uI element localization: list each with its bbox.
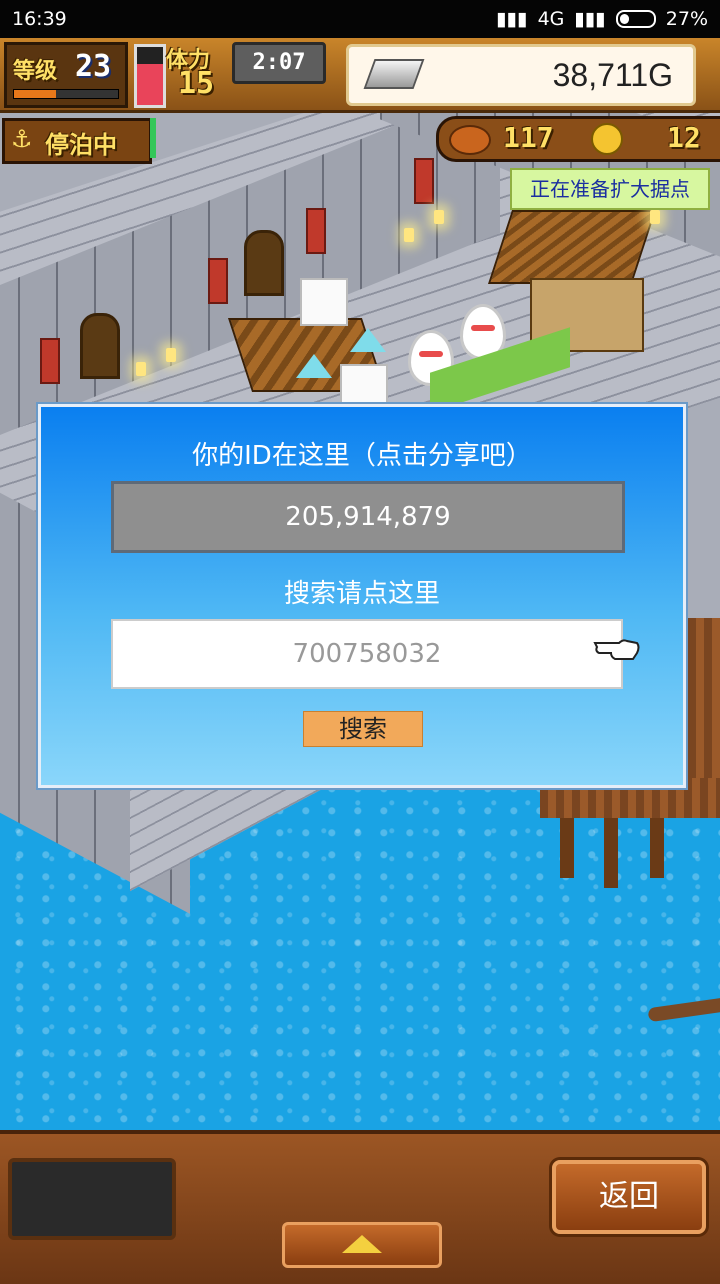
signal-icon: ▮▮▮ [574, 8, 606, 30]
banner [306, 208, 326, 254]
house-roof [487, 210, 657, 284]
level-label: 等级 [13, 59, 58, 84]
lamp [166, 348, 176, 362]
my-id-share-button[interactable]: 205,914,879 [111, 481, 625, 553]
dice-item [300, 278, 348, 326]
arched-door [80, 313, 120, 379]
back-button[interactable]: 返回 [552, 1160, 706, 1234]
docked-indicator [150, 118, 156, 158]
level-panel[interactable]: 等级 23 [4, 42, 128, 108]
status-bar: 16:39 ▮▮▮ 4G ▮▮▮ 27% [0, 0, 720, 38]
pointing-hand-icon [593, 639, 640, 660]
pier-post [604, 818, 618, 888]
signal-icon: ▮▮▮ [496, 8, 528, 30]
stamina-value: 15 [178, 66, 215, 101]
exp-bar [13, 89, 119, 99]
arched-door [244, 230, 284, 296]
up-arrow-icon [342, 1235, 382, 1253]
gem-item [350, 328, 386, 352]
silver-bar-icon [363, 59, 425, 89]
bottom-bar: 返回 [0, 1130, 720, 1284]
stamina-timer: 2:07 [232, 42, 326, 84]
lamp [136, 362, 146, 376]
lamp [434, 210, 444, 224]
pier-post [560, 818, 574, 878]
dialog-title: 你的ID在这里（点击分享吧） [192, 441, 532, 471]
docked-label: 停泊中 [45, 131, 117, 159]
level-value: 23 [75, 49, 112, 84]
gold-value: 38,711G [552, 57, 673, 93]
expansion-notice[interactable]: 正在准备扩大据点 [510, 168, 710, 210]
lamp [650, 210, 660, 224]
pier-post [650, 818, 664, 878]
search-hint: 搜索请点这里 [283, 579, 440, 609]
expand-menu-button[interactable] [282, 1222, 442, 1268]
search-id-input[interactable]: 700758032 [111, 619, 623, 689]
meat-icon [449, 125, 491, 155]
clock: 16:39 [12, 8, 67, 30]
banner [414, 158, 434, 204]
battery-icon [615, 10, 656, 28]
battery-level: 27% [665, 8, 708, 30]
coin-count: 12 [667, 121, 701, 154]
empty-slot[interactable] [8, 1158, 176, 1240]
search-button[interactable]: 搜索 [303, 711, 423, 747]
food-count: 117 [503, 121, 554, 154]
banner [40, 338, 60, 384]
docked-status[interactable]: ⚓ 停泊中 [2, 118, 152, 164]
anchor-icon: ⚓ [11, 125, 33, 153]
lamp [404, 228, 414, 242]
gem-item [296, 354, 332, 378]
coin-icon [591, 123, 623, 155]
id-search-dialog: 你的ID在这里（点击分享吧） 205,914,879 搜索请点这里 700758… [36, 402, 688, 790]
gold-panel[interactable]: 38,711G [346, 44, 696, 106]
stamina-gauge [134, 44, 166, 108]
resource-bar[interactable]: 117 12 [436, 116, 720, 162]
network-type: 4G [537, 8, 565, 30]
banner [208, 258, 228, 304]
